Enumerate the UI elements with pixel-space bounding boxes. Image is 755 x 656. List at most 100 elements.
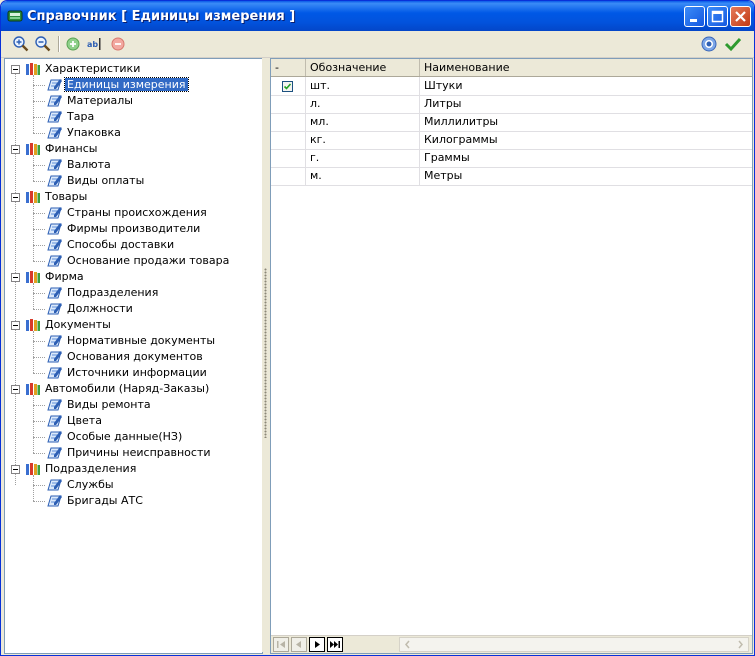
tree-item[interactable]: Единицы измерения: [64, 77, 189, 93]
cell-code[interactable]: м.: [306, 167, 420, 185]
table-row[interactable]: м. Метры: [271, 167, 752, 186]
tree-group-label: Фирма: [45, 270, 84, 283]
cell-name[interactable]: Килограммы: [420, 131, 752, 149]
tree-group[interactable]: Документы: [43, 317, 113, 333]
window-title: Справочник [ Единицы измерения ]: [27, 9, 296, 24]
table-row[interactable]: г. Граммы: [271, 149, 752, 168]
add-icon[interactable]: [64, 35, 82, 53]
table-row[interactable]: л. Литры: [271, 95, 752, 114]
cell-code[interactable]: г.: [306, 149, 420, 167]
cell-code[interactable]: л.: [306, 95, 420, 113]
document-pencil-icon: [47, 127, 62, 139]
zoom-out-icon[interactable]: [34, 35, 52, 53]
tree-item[interactable]: Причины неисправности: [65, 445, 213, 461]
column-header-code[interactable]: Обозначение: [306, 59, 420, 76]
horizontal-scrollbar[interactable]: [399, 637, 749, 652]
info-icon[interactable]: [700, 35, 718, 53]
tree-item[interactable]: Источники информации: [65, 365, 209, 381]
tree-group[interactable]: Фирма: [43, 269, 86, 285]
tree-item[interactable]: Валюта: [65, 157, 113, 173]
prev-record-icon: [296, 641, 301, 648]
tree-item[interactable]: Страны происхождения: [65, 205, 209, 221]
tree-item[interactable]: Основание продажи товара: [65, 253, 231, 269]
document-pencil-icon: [47, 207, 62, 219]
tree-panel: Характеристики Единицы измерения Материалы…: [4, 58, 263, 654]
tree-group[interactable]: Характеристики: [43, 61, 142, 77]
tree-item-icon: [47, 222, 63, 239]
close-button[interactable]: [730, 6, 751, 27]
tree-item-label: Службы: [67, 478, 114, 491]
tree-item[interactable]: Упаковка: [65, 125, 123, 141]
nav-last-button[interactable]: [327, 637, 343, 652]
tree-item-icon: [47, 430, 63, 447]
table-row[interactable]: мл. Миллилитры: [271, 113, 752, 132]
tree-item[interactable]: Цвета: [65, 413, 104, 429]
tree-item[interactable]: Особые данные(НЗ): [65, 429, 184, 445]
svg-text:ab: ab: [87, 40, 98, 49]
minimize-button[interactable]: [684, 6, 705, 27]
tree-item[interactable]: Тара: [65, 109, 96, 125]
tree-group[interactable]: Автомобили (Наряд-Заказы): [43, 381, 211, 397]
tree-expander[interactable]: [11, 145, 20, 154]
record-navigator: [271, 635, 752, 653]
tree-item[interactable]: Должности: [65, 301, 135, 317]
document-pencil-icon: [47, 175, 62, 187]
rename-icon[interactable]: ab: [86, 35, 104, 53]
tree-item-icon: [47, 286, 63, 303]
cell-name[interactable]: Миллилитры: [420, 113, 752, 131]
cell-name[interactable]: Метры: [420, 167, 752, 185]
scroll-right-icon[interactable]: [734, 638, 746, 651]
delete-icon[interactable]: [109, 35, 127, 53]
cell-name[interactable]: Штуки: [420, 77, 752, 95]
tree-item[interactable]: Нормативные документы: [65, 333, 217, 349]
tree-item-icon: [47, 78, 63, 95]
document-pencil-icon: [47, 111, 62, 123]
tree-item[interactable]: Виды оплаты: [65, 173, 146, 189]
cell-code[interactable]: шт.: [306, 77, 420, 95]
tree-item-label: Нормативные документы: [67, 334, 216, 347]
table-row[interactable]: шт. Штуки: [271, 77, 752, 96]
tree-expander[interactable]: [11, 273, 20, 282]
column-header-select[interactable]: -: [271, 59, 306, 76]
scroll-left-icon[interactable]: [402, 638, 414, 651]
tree-item[interactable]: Подразделения: [65, 285, 160, 301]
tree-group[interactable]: Подразделения: [43, 461, 138, 477]
nav-prev-button[interactable]: [291, 637, 307, 652]
tree-expander[interactable]: [11, 65, 20, 74]
tree-item[interactable]: Основания документов: [65, 349, 205, 365]
cell-code[interactable]: кг.: [306, 131, 420, 149]
tree-group[interactable]: Финансы: [43, 141, 99, 157]
cell-code[interactable]: мл.: [306, 113, 420, 131]
tree-item-label: Страны происхождения: [67, 206, 207, 219]
zoom-in-icon[interactable]: [12, 35, 30, 53]
document-pencil-icon: [47, 447, 62, 459]
tree-item[interactable]: Виды ремонта: [65, 397, 153, 413]
cell-name[interactable]: Граммы: [420, 149, 752, 167]
toolbar: ab: [1, 31, 754, 58]
tree-expander[interactable]: [11, 385, 20, 394]
maximize-button[interactable]: [707, 6, 728, 27]
title-bar[interactable]: Справочник [ Единицы измерения ]: [1, 1, 754, 31]
tree-expander[interactable]: [11, 321, 20, 330]
column-header-name[interactable]: Наименование: [420, 59, 752, 76]
tree-expander[interactable]: [11, 465, 20, 474]
nav-first-button[interactable]: [273, 637, 289, 652]
tree-item[interactable]: Способы доставки: [65, 237, 176, 253]
last-record-icon: [330, 641, 340, 648]
tree-item-icon: [47, 398, 63, 415]
row-checkbox[interactable]: [282, 81, 293, 92]
cell-name[interactable]: Литры: [420, 95, 752, 113]
document-pencil-icon: [47, 399, 62, 411]
tree-item[interactable]: Службы: [65, 477, 116, 493]
tree-item[interactable]: Бригады АТС: [65, 493, 145, 509]
tree-expander[interactable]: [11, 193, 20, 202]
tree-item[interactable]: Фирмы производители: [65, 221, 202, 237]
nav-next-button[interactable]: [309, 637, 325, 652]
splitter[interactable]: [262, 58, 269, 652]
table-row[interactable]: кг. Килограммы: [271, 131, 752, 150]
tree-item-label: Упаковка: [67, 126, 121, 139]
ok-check-icon[interactable]: [724, 35, 742, 53]
tree-item[interactable]: Материалы: [65, 93, 135, 109]
tree-item-label: Цвета: [67, 414, 102, 427]
tree-group[interactable]: Товары: [43, 189, 89, 205]
